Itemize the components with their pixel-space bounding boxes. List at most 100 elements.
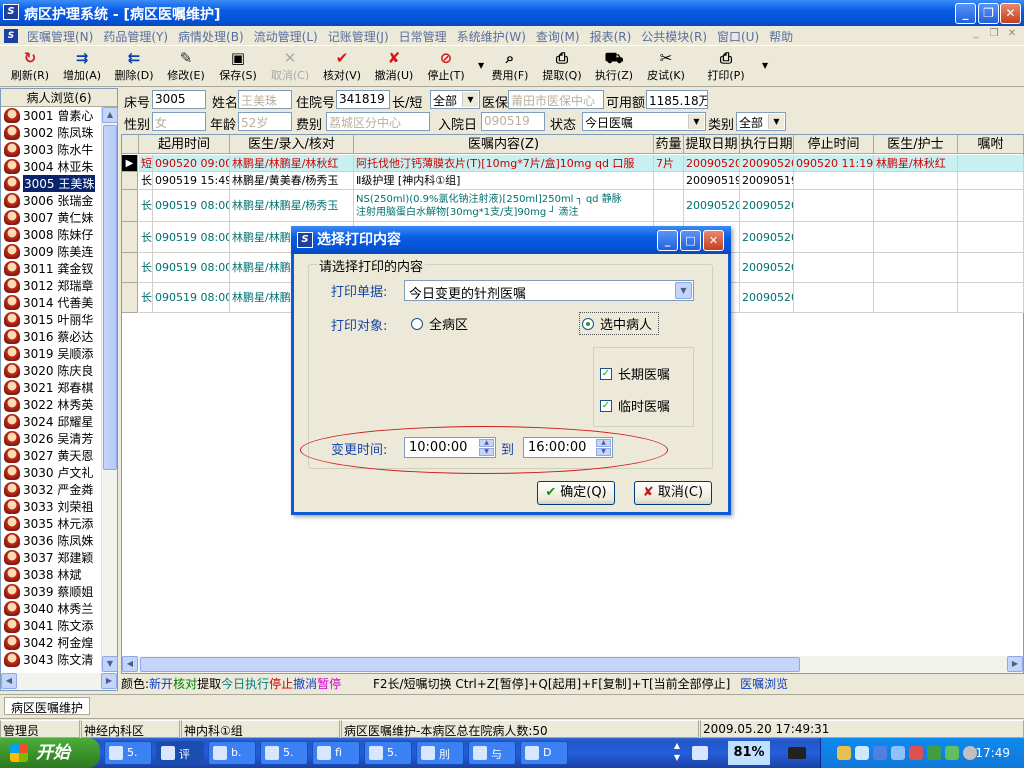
mdi-close-button[interactable]: ✕ [1004,28,1020,42]
spin-down-icon[interactable]: ▼ [479,448,494,456]
toolbar-button-add[interactable]: ⇉ 增加(A) [56,49,108,85]
patient-item[interactable]: 3006 张瑞金 [1,192,101,209]
grid-header[interactable]: 执行日期 [740,135,794,154]
mdi-restore-button[interactable]: ❐ [986,28,1002,42]
dropdown-arrow-icon[interactable]: ▼ [478,61,484,70]
chk-temporary[interactable]: ✓ 临时医嘱 [600,396,670,415]
time-from-spinner[interactable]: 10:00:00 ▲ ▼ [404,437,496,458]
radio-all-ward[interactable]: 全病区 [411,314,468,333]
grid-cell-dose[interactable] [654,172,684,190]
patient-list-vscroll[interactable]: ▲ ▼ [101,107,118,672]
taskbar-item[interactable]: 与 [468,741,516,765]
grid-cell-type[interactable]: 短 [139,155,153,172]
power-plug-icon[interactable] [788,747,806,759]
grid-header[interactable]: 医嘱内容(Z) [354,135,654,154]
toolbar-button-extract[interactable]: ⎙ 提取(Q) [536,49,588,85]
grid-cell-type[interactable]: 长 [139,283,153,313]
tray-icon[interactable] [927,746,941,760]
tray-icon[interactable] [909,746,923,760]
toolbar-button-refresh[interactable]: ↻ 刷新(R) [4,49,56,85]
status-select[interactable]: 今日医嘱 [582,112,706,131]
patient-item[interactable]: 3037 郑建颖 [1,549,101,566]
app-menu-icon[interactable]: S [4,29,18,43]
toolbar-button-execute[interactable]: ⛟ 执行(Z) [588,49,640,85]
patient-item[interactable]: 3001 曾素心 [1,107,101,124]
grid-hscroll[interactable]: ◀ ▶ [122,656,1023,673]
grid-cell-stop[interactable] [794,172,874,190]
patient-item[interactable]: 3041 陈文添 [1,617,101,634]
patient-item[interactable]: 3002 陈凤珠 [1,124,101,141]
taskbar-item[interactable]: 5. [104,741,152,765]
menu-item[interactable]: 窗口(U) [712,28,764,45]
keyboard-icon[interactable] [692,746,708,760]
grid-cell-nurse[interactable] [874,253,958,283]
patient-item[interactable]: 3024 邱耀星 [1,413,101,430]
dialog-maximize-button[interactable]: □ [680,230,701,251]
tray-icon[interactable] [837,746,851,760]
grid-header[interactable]: 嘱咐 [958,135,1024,154]
grid-cell-execute[interactable]: 20090520 [740,253,794,283]
print-doc-select[interactable]: 今日变更的针剂医嘱 ▼ [404,280,694,302]
radio-selected-patient[interactable]: 选中病人 [579,312,660,335]
taskbar-item[interactable]: b. [208,741,256,765]
row-marker[interactable] [122,172,138,190]
menu-item[interactable]: 帮助 [764,28,798,45]
grid-cell-stop[interactable] [794,283,874,313]
patient-list-hscroll[interactable]: ◀ ▶ [1,673,117,690]
toolbar-button-delete[interactable]: ⇇ 删除(D) [108,49,160,85]
minimize-button[interactable]: _ [955,3,976,24]
patient-item[interactable]: 3035 林元添 [1,515,101,532]
patient-item[interactable]: 3040 林秀兰 [1,600,101,617]
menu-item[interactable]: 医嘱管理(N) [22,28,98,45]
patient-item[interactable]: 3020 陈庆良 [1,362,101,379]
patient-item[interactable]: 3009 陈美连 [1,243,101,260]
grid-cell-extract[interactable]: 20090519 [684,172,740,190]
radio-button[interactable] [411,317,423,330]
dialog-minimize-button[interactable]: _ [657,230,678,251]
patient-item[interactable]: 3039 蔡顺姐 [1,583,101,600]
scroll-thumb[interactable] [103,125,117,470]
row-marker[interactable] [122,253,138,283]
category-select[interactable]: 全部 [736,112,786,131]
grid-cell-stop[interactable] [794,190,874,222]
grid-cell-nurse[interactable] [874,283,958,313]
grid-cell-stop[interactable] [794,222,874,253]
row-marker[interactable]: ▶ [122,155,138,172]
grid-cell-extract[interactable]: 20090520 [684,190,740,222]
toolbar-button-fee[interactable]: ⌕ 费用(F) [484,49,536,85]
checkbox[interactable]: ✓ [600,367,612,380]
patient-item[interactable]: 3043 陈文清 [1,651,101,668]
bed-field[interactable]: 3005 [152,90,206,109]
grid-cell-dose[interactable] [654,190,684,222]
grid-cell-nurse[interactable]: 林鹏星/林秋红 [874,155,958,172]
menu-item[interactable]: 查询(M) [531,28,585,45]
scroll-right-icon[interactable]: ▶ [101,673,117,689]
menu-item[interactable]: 病情处理(B) [173,28,249,45]
maximize-button[interactable]: ❐ [978,3,999,24]
patient-item[interactable]: 3015 叶丽华 [1,311,101,328]
toolbar-button-print[interactable]: ⎙ 打印(P) [700,49,752,85]
patient-item[interactable]: 3011 龚金钗 [1,260,101,277]
close-button[interactable]: ✕ [1000,3,1021,24]
inpatient-no-field[interactable]: 341819 [336,90,390,109]
patient-item[interactable]: 3022 林秀英 [1,396,101,413]
grid-cell-stop[interactable]: 090520 11:19 [794,155,874,172]
grid-header[interactable]: 提取日期 [684,135,740,154]
menu-item[interactable]: 系统维护(W) [452,28,531,45]
taskbar-item[interactable]: 评 [156,741,204,765]
grid-cell-execute[interactable]: 20090520 [740,283,794,313]
toolbar-button-stop[interactable]: ⊘ 停止(T) [420,49,472,85]
patient-item[interactable]: 3014 代善美 [1,294,101,311]
patient-item[interactable]: 3021 郑春棋 [1,379,101,396]
grid-cell-nurse[interactable] [874,172,958,190]
grid-cell-start[interactable]: 090519 08:00 [153,222,230,253]
chevron-down-icon[interactable]: ▼ [675,282,692,299]
row-marker[interactable] [122,222,138,253]
grid-cell-note[interactable] [958,172,1024,190]
toolbar-button-undo[interactable]: ✘ 撤消(U) [368,49,420,85]
toolbar-button-cancel[interactable]: ✕ 取消(C) [264,49,316,85]
tray-icon[interactable] [891,746,905,760]
taskbar-item[interactable]: 5. [260,741,308,765]
tab-order-maintenance[interactable]: 病区医嘱维护 [4,697,91,715]
grid-cell-start[interactable]: 090519 08:00 [153,190,230,222]
